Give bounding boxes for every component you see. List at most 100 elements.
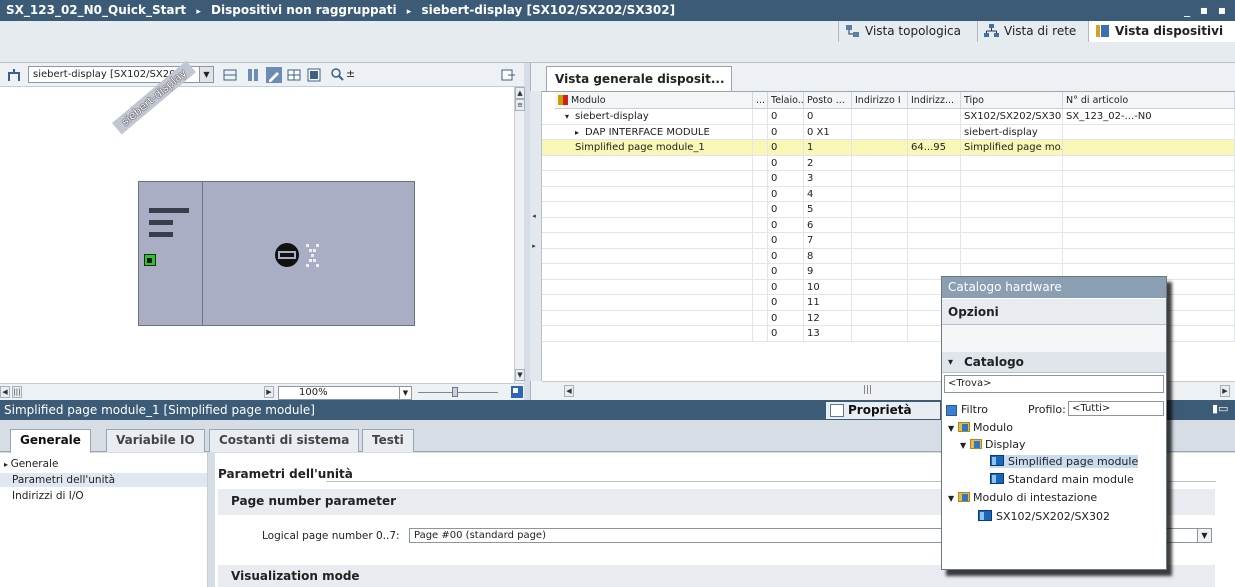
tab-generale[interactable]: Generale (10, 429, 91, 453)
column-header[interactable]: Telaio... (768, 92, 804, 109)
edit-icon[interactable] (266, 67, 282, 83)
table-row[interactable]: ▾ siebert-display 0 0 SX102/SX202/SX302 SX_12… (542, 109, 1235, 125)
tree-item-modulo[interactable]: ▼ Modulo (948, 421, 1013, 434)
expand-arrow-icon[interactable]: ▸ (530, 241, 538, 253)
table-row[interactable]: 06 (542, 217, 1235, 233)
filter-label: Filtro (961, 403, 988, 416)
tree-item-simplified-page-module[interactable]: Simplified page module (990, 455, 1139, 468)
breadcrumb-device[interactable]: siebert-display [SX102/SX202/SX302] (422, 3, 676, 17)
column-header[interactable]: Posto ... (804, 92, 852, 109)
scroll-left-icon[interactable]: ◀ (0, 386, 10, 398)
tab-costanti-di-sistema[interactable]: Costanti di sistema (209, 429, 360, 452)
catalog-options[interactable]: Opzioni (942, 299, 1166, 325)
nav-item-generale[interactable]: ▸ Generale (4, 457, 58, 472)
cell-tipo: SX102/SX202/SX302 (961, 109, 1063, 124)
cell-ind-i (852, 233, 908, 248)
tab-device-view[interactable]: Vista dispositivi (1088, 21, 1235, 42)
tab-variabile-io[interactable]: Variabile IO (106, 429, 205, 452)
column-header[interactable]: ... (753, 92, 768, 109)
tab-topology-view[interactable]: Vista topologica (838, 21, 969, 42)
window-controls[interactable]: _ ▪ ▪ (1184, 0, 1229, 21)
tab-testi[interactable]: Testi (362, 429, 414, 452)
catalog-header: Catalogo hardware (942, 277, 1166, 298)
cell-telaio: 0 (768, 310, 804, 326)
cell-telaio: 0 (768, 155, 804, 171)
nav-item-indirizzi[interactable]: Indirizzi di I/O (12, 489, 84, 503)
table-row[interactable]: 02 (542, 155, 1235, 171)
device-graphic[interactable] (138, 181, 415, 326)
tree-label: Standard main module (1008, 473, 1134, 486)
scroll-down-icon[interactable]: ▼ (515, 369, 525, 381)
table-row[interactable]: 08 (542, 248, 1235, 264)
zoom-slider-knob[interactable] (452, 387, 458, 397)
canvas-vertical-scrollbar[interactable]: ▲ ≡ ▼ (514, 87, 525, 383)
filter-checkbox[interactable] (946, 405, 957, 416)
tree-item-display[interactable]: ▼ Display (960, 438, 1026, 451)
column-header[interactable]: Indirizz... (908, 92, 961, 109)
device-tree-icon[interactable] (6, 67, 22, 83)
tree-item-standard-main-module[interactable]: Standard main module (990, 473, 1134, 486)
table-row[interactable]: ▸ DAP INTERFACE MODULE 0 0 X1 siebert-displa… (542, 124, 1235, 140)
chevron-right-icon[interactable]: ▸ (575, 128, 579, 137)
table-row[interactable]: Simplified page module_1 0 1 64...95 Simplif… (542, 140, 1235, 156)
tree-item-head-module[interactable]: ▼ Modulo di intestazione (948, 491, 1097, 504)
table-icon[interactable] (306, 67, 322, 83)
cell-modulo: ▾ siebert-display (555, 109, 753, 124)
overview-navigator-icon[interactable] (510, 385, 524, 399)
tab-device-overview[interactable]: Vista generale disposit... (546, 66, 732, 91)
breadcrumb-project[interactable]: SX_123_02_N0_Quick_Start (6, 3, 186, 17)
table-row[interactable]: 07 (542, 233, 1235, 249)
table-row[interactable]: 04 (542, 186, 1235, 202)
scroll-menu-icon[interactable]: ≡ (515, 99, 525, 111)
profile-select[interactable]: <Tutti> (1068, 401, 1164, 416)
scroll-thumb[interactable]: ||| (863, 385, 872, 395)
zoom-menu-icon[interactable]: ± (346, 67, 355, 80)
scroll-thumb[interactable]: ||| (12, 386, 22, 398)
nav-label: Generale (10, 458, 59, 470)
device-bar (149, 220, 173, 225)
grid-icon[interactable] (286, 67, 302, 83)
module-icon (978, 510, 992, 521)
rack-icon[interactable] (246, 67, 262, 83)
catalog-search-input[interactable]: <Trova> (944, 375, 1164, 393)
column-header[interactable]: Tipo (961, 92, 1063, 109)
zoom-select[interactable]: 100% ▼ (278, 386, 412, 400)
column-header[interactable]: Modulo (555, 92, 753, 109)
cell-ind-i (852, 248, 908, 264)
cell-telaio: 0 (768, 326, 804, 341)
chevron-down-icon[interactable]: ▾ (565, 112, 569, 121)
catalog-section[interactable]: ▾ Catalogo (942, 352, 1166, 373)
column-header[interactable]: N° di articolo (1063, 92, 1235, 109)
cell-ind-i (852, 202, 908, 217)
scroll-left-icon[interactable]: ◀ (564, 385, 574, 397)
export-icon[interactable] (500, 67, 516, 83)
cell-telaio: 0 (768, 279, 804, 295)
scroll-up-icon[interactable]: ▲ (515, 87, 525, 99)
cell-ind-q (908, 233, 961, 248)
cell-ind-i (852, 109, 908, 124)
properties-button[interactable]: Proprietà (826, 402, 940, 419)
logical-page-label: Logical page number 0..7: (262, 530, 400, 542)
column-header[interactable]: Indirizzo I (852, 92, 908, 109)
cell-spacer (753, 279, 768, 295)
scroll-right-icon[interactable]: ▶ (264, 386, 274, 398)
cell-articolo: SX_123_02-...-N0 (1063, 109, 1235, 124)
collapse-arrow-icon[interactable]: ◂ (530, 211, 538, 223)
cell-telaio: 0 (768, 295, 804, 310)
tab-network-view[interactable]: Vista di rete (977, 21, 1084, 42)
show-modules-icon[interactable] (222, 67, 238, 83)
cell-tipo (961, 186, 1063, 202)
cell-ind-i (852, 171, 908, 186)
zoom-slider-track[interactable] (418, 392, 498, 393)
nav-item-parametri[interactable]: Parametri dell'unità (0, 473, 207, 487)
cell-spacer (753, 310, 768, 326)
tree-item-sx102[interactable]: SX102/SX202/SX302 (978, 510, 1110, 523)
panel-controls[interactable]: ▮▭ (1212, 402, 1228, 415)
zoom-icon[interactable] (330, 67, 346, 83)
breadcrumb-group[interactable]: Dispositivi non raggruppati (211, 3, 397, 17)
tree-label: Display (985, 438, 1026, 451)
table-row[interactable]: 03 (542, 171, 1235, 187)
table-row[interactable]: 05 (542, 202, 1235, 218)
scroll-right-icon[interactable]: ▶ (1220, 385, 1230, 397)
cell-modulo (555, 264, 753, 279)
